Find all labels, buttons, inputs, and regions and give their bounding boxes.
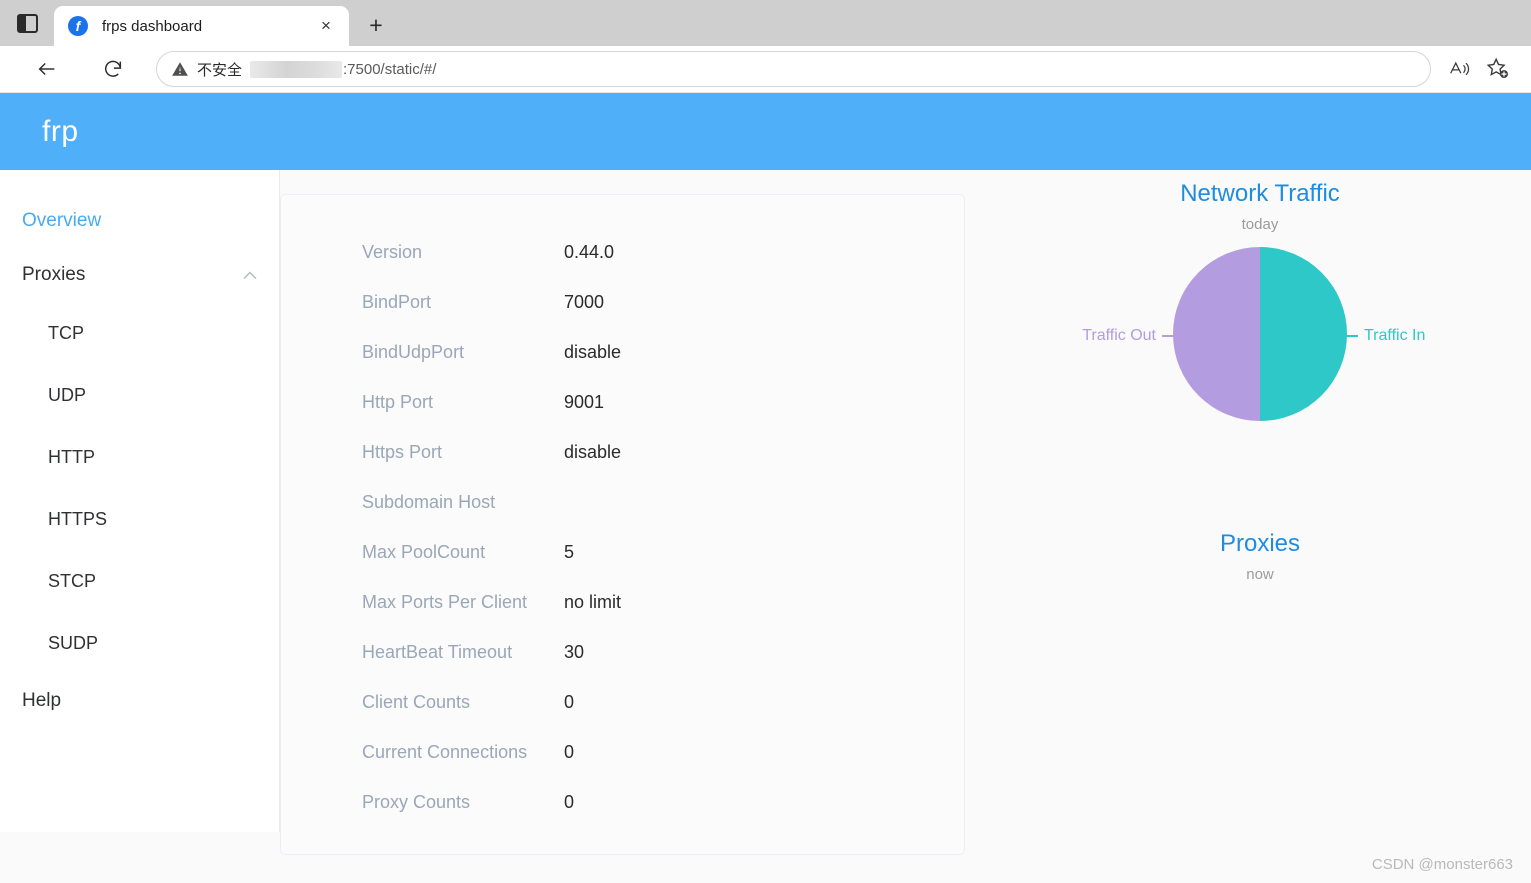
- server-info-label: Current Connections: [362, 741, 528, 762]
- address-bar[interactable]: 不安全 :7500/static/#/: [156, 51, 1431, 87]
- back-button[interactable]: [28, 50, 66, 88]
- server-info-value: no limit: [564, 591, 622, 612]
- tab-favicon-icon: f: [68, 16, 88, 36]
- reload-button[interactable]: [94, 50, 132, 88]
- charts-column: Network Traffic today Traffic Out Traffi…: [980, 170, 1531, 583]
- sidebar-item-label: Help: [22, 690, 62, 711]
- sidebar-item-label: TCP: [48, 322, 84, 343]
- network-traffic-chart: Network Traffic today Traffic Out Traffi…: [980, 180, 1531, 482]
- server-info-label: Client Counts: [362, 691, 471, 712]
- proxies-chart: Proxies now: [980, 530, 1531, 583]
- server-info-value: disable: [564, 341, 622, 362]
- server-info-label: Https Port: [362, 441, 443, 462]
- server-info-value: 9001: [564, 391, 605, 412]
- sidebar-item-https[interactable]: HTTPS: [0, 488, 279, 550]
- sidebar-item-proxies[interactable]: Proxies: [0, 248, 279, 302]
- not-secure-warning-icon: [171, 60, 189, 78]
- server-info-label: Version: [362, 241, 423, 262]
- sidebar-item-label: Proxies: [22, 264, 86, 285]
- server-info-label: Proxy Counts: [362, 791, 471, 812]
- traffic-pie-wrapper: Traffic Out Traffic In: [1000, 247, 1520, 482]
- url-path: :7500/static/#/: [343, 60, 437, 78]
- server-info-value: 0: [564, 691, 575, 712]
- server-info-card: Version 0.44.0 BindPort 7000 BindUdpPort disa…: [280, 194, 965, 855]
- app-body: Overview Proxies TCP UDP HTTP HTTPS STCP…: [0, 170, 1531, 883]
- server-info-label: Http Port: [362, 391, 434, 412]
- pie-label-text: Traffic Out: [1082, 327, 1156, 344]
- pie-label-text: Traffic In: [1364, 327, 1426, 344]
- add-favorite-star-icon[interactable]: [1479, 50, 1517, 88]
- sidebar-item-stcp[interactable]: STCP: [0, 550, 279, 612]
- watermark: CSDN @monster663: [1371, 856, 1513, 873]
- tab-strip: f frps dashboard × +: [0, 0, 1531, 46]
- redacted-host: [250, 60, 343, 78]
- sidebar-item-udp[interactable]: UDP: [0, 364, 279, 426]
- server-info-value: 7000: [564, 291, 605, 312]
- server-info-value: 0: [564, 791, 575, 812]
- app-sidebar: Overview Proxies TCP UDP HTTP HTTPS STCP…: [0, 170, 280, 832]
- sidebar-item-label: UDP: [48, 384, 87, 405]
- server-info-row: Http Port 9001: [281, 377, 964, 427]
- server-info-row: BindUdpPort disable: [281, 327, 964, 377]
- pie-label-traffic-in: Traffic In: [1312, 327, 1425, 345]
- server-info-label: BindPort: [362, 291, 432, 312]
- server-info-row: Version 0.44.0: [281, 227, 964, 277]
- server-info-label: HeartBeat Timeout: [362, 641, 513, 662]
- server-info-value: 0: [564, 741, 575, 762]
- pie-label-traffic-out: Traffic Out: [1082, 327, 1208, 345]
- server-info-row: Client Counts 0: [281, 677, 964, 727]
- sidebar-item-label: Overview: [22, 210, 102, 231]
- server-info-row: Subdomain Host: [281, 477, 964, 527]
- server-info-row: Max PoolCount 5: [281, 527, 964, 577]
- server-info-row: Proxy Counts 0: [281, 777, 964, 827]
- chart-subtitle: now: [1246, 566, 1274, 583]
- server-info-label: Max Ports Per Client: [362, 591, 528, 612]
- not-secure-label: 不安全: [197, 61, 243, 79]
- chart-subtitle: today: [1241, 216, 1279, 233]
- leader-line-out: [1162, 335, 1208, 337]
- server-info-label: Max PoolCount: [362, 541, 486, 562]
- read-aloud-icon[interactable]: [1441, 50, 1479, 88]
- leader-line-in: [1312, 335, 1358, 337]
- browser-window: f frps dashboard × + 不安全 :7500/static/#/…: [0, 0, 1531, 883]
- app-header: frp: [0, 93, 1531, 170]
- sidebar-item-help[interactable]: Help: [0, 674, 279, 728]
- toolbar-actions: [1441, 50, 1517, 88]
- page-content: frp Overview Proxies TCP UDP HTTP HTTPS …: [0, 93, 1531, 883]
- sidebar-item-tcp[interactable]: TCP: [0, 302, 279, 364]
- sidebar-item-label: HTTP: [48, 446, 95, 467]
- browser-tab[interactable]: f frps dashboard ×: [54, 6, 349, 46]
- sidebar-toggle-button[interactable]: [0, 0, 54, 46]
- server-info-value: disable: [564, 441, 622, 462]
- sidebar-item-label: HTTPS: [48, 508, 108, 529]
- server-info-row: Current Connections 0: [281, 727, 964, 777]
- server-info-label: BindUdpPort: [362, 341, 465, 362]
- server-info-row: Max Ports Per Client no limit: [281, 577, 964, 627]
- sidebar-toggle-icon: [16, 13, 38, 33]
- server-info-row: Https Port disable: [281, 427, 964, 477]
- main-content: Version 0.44.0 BindPort 7000 BindUdpPort disa…: [280, 170, 1531, 883]
- chart-title: Proxies: [1219, 530, 1301, 557]
- browser-toolbar: 不安全 :7500/static/#/: [0, 46, 1531, 93]
- server-info-value: 0.44.0: [564, 241, 615, 262]
- sidebar-item-sudp[interactable]: SUDP: [0, 612, 279, 674]
- server-info-label: Subdomain Host: [362, 491, 496, 512]
- close-icon[interactable]: ×: [313, 13, 339, 39]
- new-tab-button[interactable]: +: [357, 6, 395, 44]
- server-info-row: BindPort 7000: [281, 277, 964, 327]
- sidebar-item-overview[interactable]: Overview: [0, 194, 279, 248]
- sidebar-item-http[interactable]: HTTP: [0, 426, 279, 488]
- server-info-value: 5: [564, 541, 575, 562]
- chart-title: Network Traffic: [1180, 180, 1340, 207]
- chevron-up-icon: [243, 268, 257, 282]
- server-info-list: Version 0.44.0 BindPort 7000 BindUdpPort disa…: [281, 195, 964, 827]
- server-info-row: HeartBeat Timeout 30: [281, 627, 964, 677]
- tab-title: frps dashboard: [102, 17, 203, 35]
- sidebar-item-label: SUDP: [48, 632, 99, 653]
- app-logo: frp: [42, 114, 79, 148]
- sidebar-item-label: STCP: [48, 570, 97, 591]
- server-info-value: 30: [564, 641, 585, 662]
